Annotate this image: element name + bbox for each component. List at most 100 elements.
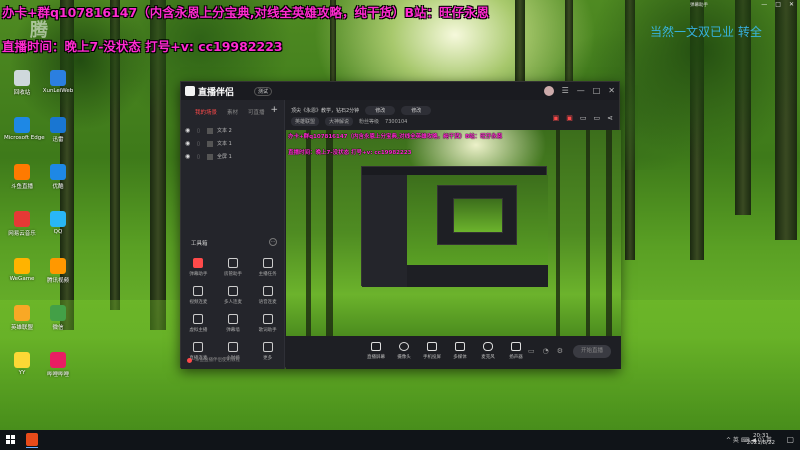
app-close-icon[interactable]: ✕ xyxy=(608,86,615,96)
stream-meta-row: 英雄联盟 大神解说 粉丝等级 7300104 xyxy=(291,117,407,126)
maximize-icon[interactable]: □ xyxy=(775,1,781,8)
desktop-icon[interactable]: YY xyxy=(4,352,40,376)
app-titlebar: 直播伴侣 测试 ☰ — □ ✕ xyxy=(181,82,619,100)
nested-app-capture xyxy=(361,166,548,287)
video-record-icon[interactable]: ▭ xyxy=(528,347,535,355)
lock-icon[interactable]: ▯ xyxy=(197,128,203,134)
windows-taskbar: ^ 英 ⌨ ◀ 0) 英 20:31 2021/8/22 ▢ xyxy=(0,430,800,450)
tool-voice-link[interactable]: 语音连麦 xyxy=(250,286,285,305)
menu-icon[interactable]: ☰ xyxy=(562,86,569,96)
tool-more[interactable]: 更多 xyxy=(250,342,285,361)
tool-streamer-task[interactable]: 主播任务 xyxy=(250,258,285,277)
gift-icon[interactable]: ▣ xyxy=(553,114,560,122)
microphone-button[interactable]: 麦克风 xyxy=(473,342,503,360)
video-link-icon xyxy=(193,286,204,296)
stream-preview[interactable]: 办卡+群q107816147（内含永恩上分宝典,对线全英雄攻略，纯干货）B站：旺… xyxy=(286,130,621,336)
desktop-icon[interactable]: 哔哩哔哩 xyxy=(40,352,76,378)
tag-badge[interactable]: 大神解说 xyxy=(325,117,354,126)
tool-room-manager[interactable]: 房管助手 xyxy=(216,258,251,277)
desktop-icon[interactable]: 网易云音乐 xyxy=(4,211,40,237)
desktop-icon[interactable]: 迅雷 xyxy=(40,117,76,143)
taskbar-app-icon[interactable] xyxy=(26,433,38,448)
eye-icon[interactable]: ◉ xyxy=(185,127,193,134)
record-icon[interactable]: ▭ xyxy=(580,114,587,122)
app-minimize-icon[interactable]: — xyxy=(577,86,585,96)
app-icon xyxy=(50,258,66,274)
minimize-icon[interactable]: — xyxy=(761,1,767,8)
top-action-icons: ▣ ▣ ▭ ▭ ⋖ xyxy=(553,114,613,122)
scene-item[interactable]: ◉ ▯ 全屏 1 xyxy=(185,150,284,163)
close-icon[interactable]: ✕ xyxy=(789,1,794,8)
notification-icon[interactable]: ▢ xyxy=(786,435,794,444)
voice-link-icon xyxy=(262,286,273,296)
scene-item[interactable]: ◉ ▯ 文本 1 xyxy=(185,137,284,150)
clock-time: 20:31 xyxy=(752,433,769,439)
top-right-window-bar: 弹幕助手 — □ ✕ xyxy=(640,0,800,10)
desktop-icon[interactable]: 优酷 xyxy=(40,164,76,190)
phone-cast-button[interactable]: 手机投屏 xyxy=(417,342,447,360)
app-icon xyxy=(50,352,66,368)
scene-label: 全屏 1 xyxy=(217,154,232,160)
app-icon xyxy=(50,70,66,86)
desktop-icon[interactable]: QQ xyxy=(40,211,76,235)
rank-icon xyxy=(227,342,238,352)
desktop-icon[interactable]: 英雄联盟 xyxy=(4,305,40,331)
desktop-icon[interactable]: WeGame xyxy=(4,258,40,282)
desktop-icon-label: WeGame xyxy=(9,276,35,282)
desktop-icon-label: 迅雷 xyxy=(52,137,64,143)
lock-icon[interactable]: ▯ xyxy=(197,141,203,147)
app-icon xyxy=(50,164,66,180)
share-icon[interactable]: ⋖ xyxy=(607,114,613,122)
screen-capture-button[interactable]: 直播屏幕 xyxy=(361,342,391,360)
watermark-right: 当然一文双已业 转全 xyxy=(650,25,762,39)
windows-start-icon[interactable] xyxy=(6,435,15,444)
tool-virtual-host[interactable]: 虚拟主播 xyxy=(181,314,216,333)
app-icon xyxy=(14,352,30,368)
livestream-companion-window: 直播伴侣 测试 ☰ — □ ✕ 我的场景 素材 可直播 + ◉ ▯ 文本 2 ◉ xyxy=(180,81,621,369)
user-avatar[interactable] xyxy=(543,86,554,96)
tool-video-link[interactable]: 视频连麦 xyxy=(181,286,216,305)
start-live-button[interactable]: 开始直播 xyxy=(573,345,611,358)
eye-icon[interactable]: ◉ xyxy=(185,153,193,160)
desktop-icon[interactable]: 回收站 xyxy=(4,70,40,96)
tool-multi-link[interactable]: 多人连麦 xyxy=(216,286,251,305)
tool-danmu-assistant[interactable]: 弹幕助手 xyxy=(181,258,216,277)
toolbox-more-button[interactable]: ··· xyxy=(269,238,277,246)
left-panel: 我的场景 素材 可直播 + ◉ ▯ 文本 2 ◉ ▯ 文本 1 ◉ ▯ 全屏 1 xyxy=(181,100,285,369)
desktop-icon[interactable]: XunLeiWeb xyxy=(40,70,76,94)
phone-icon xyxy=(427,342,437,351)
scene-thumb xyxy=(207,127,213,134)
desktop-icon[interactable]: Microsoft Edge xyxy=(4,117,45,141)
scene-item[interactable]: ◉ ▯ 文本 2 xyxy=(185,124,284,137)
app-logo-icon xyxy=(185,86,195,96)
tab-materials[interactable]: 素材 xyxy=(227,108,238,116)
tab-my-scenes[interactable]: 我的场景 xyxy=(195,108,217,116)
overlay-schedule-line: 直播时间：晚上7-没状态 打号+v: cc19982223 xyxy=(2,39,283,54)
eye-icon[interactable]: ◉ xyxy=(185,140,193,147)
overlay-promo-line: 办卡+群q107816147（内含永恩上分宝典,对线全英雄攻略，纯干货）B站：旺… xyxy=(2,5,489,20)
settings-gear-icon[interactable]: ⚙ xyxy=(557,347,563,355)
category-badge[interactable]: 英雄联盟 xyxy=(291,117,320,126)
taskbar-clock[interactable]: 20:31 2021/8/22 xyxy=(747,433,775,447)
multimedia-button[interactable]: 多媒体 xyxy=(445,342,475,360)
speaker-button[interactable]: 扬声器 xyxy=(501,342,531,360)
edit-title-button[interactable]: 修改 xyxy=(365,106,396,115)
history-icon[interactable]: ◔ xyxy=(543,347,549,355)
desktop-icon[interactable]: 斗鱼直播 xyxy=(4,164,40,190)
tutorial-link[interactable]: 斗鱼直播伴侣使用教程 xyxy=(187,357,240,363)
tool-danmu-wall[interactable]: 弹幕墙 xyxy=(216,314,251,333)
tool-lyrics[interactable]: 歌词助手 xyxy=(250,314,285,333)
desktop-icon[interactable]: 腾讯视频 xyxy=(40,258,76,284)
clip-icon[interactable]: ▭ xyxy=(594,114,601,122)
edit-category-button[interactable]: 修改 xyxy=(401,106,432,115)
tab-live[interactable]: 可直播 xyxy=(248,108,265,116)
desktop-icon[interactable]: 微信 xyxy=(40,305,76,331)
activity-icon[interactable]: ▣ xyxy=(566,114,573,122)
add-scene-button[interactable]: + xyxy=(270,105,278,115)
stream-title-row: 顶尖《永恩》教学，钻石2分钟 修改 修改 xyxy=(291,106,432,115)
lock-icon[interactable]: ▯ xyxy=(197,154,203,160)
app-icon xyxy=(14,211,30,227)
app-maximize-icon[interactable]: □ xyxy=(593,86,601,96)
desktop-icon-label: 腾讯视频 xyxy=(46,278,69,284)
camera-button[interactable]: 摄像头 xyxy=(389,342,419,360)
